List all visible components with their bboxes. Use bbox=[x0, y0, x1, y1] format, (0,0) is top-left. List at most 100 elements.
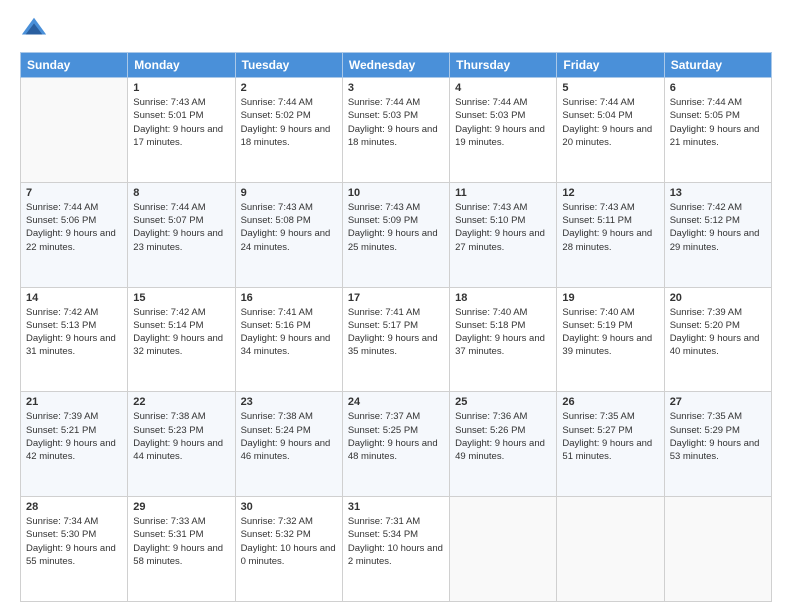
cell-content: Sunrise: 7:42 AMSunset: 5:13 PMDaylight:… bbox=[26, 306, 122, 359]
day-cell: 21 Sunrise: 7:39 AMSunset: 5:21 PMDayligh… bbox=[21, 392, 128, 497]
logo bbox=[20, 18, 52, 42]
day-cell: 24Sunrise: 7:37 AMSunset: 5:25 PMDayligh… bbox=[342, 392, 449, 497]
weekday-header-saturday: Saturday bbox=[664, 53, 771, 78]
day-number: 12 bbox=[562, 187, 658, 199]
cell-content: Sunrise: 7:39 AMSunset: 5:20 PMDaylight:… bbox=[670, 306, 766, 359]
day-number: 19 bbox=[562, 292, 658, 304]
cell-content: Sunrise: 7:38 AMSunset: 5:24 PMDaylight:… bbox=[241, 410, 337, 463]
day-cell: 29 Sunrise: 7:33 AMSunset: 5:31 PMDayligh… bbox=[128, 497, 235, 602]
week-row-2: 14 Sunrise: 7:42 AMSunset: 5:13 PMDayligh… bbox=[21, 287, 772, 392]
day-number: 11 bbox=[455, 187, 551, 199]
day-cell: 30 Sunrise: 7:32 AMSunset: 5:32 PMDayligh… bbox=[235, 497, 342, 602]
day-cell: 22 Sunrise: 7:38 AMSunset: 5:23 PMDayligh… bbox=[128, 392, 235, 497]
day-cell: 25Sunrise: 7:36 AMSunset: 5:26 PMDayligh… bbox=[450, 392, 557, 497]
day-number: 17 bbox=[348, 292, 444, 304]
cell-content: Sunrise: 7:44 AMSunset: 5:07 PMDaylight:… bbox=[133, 201, 229, 254]
weekday-header-row: SundayMondayTuesdayWednesdayThursdayFrid… bbox=[21, 53, 772, 78]
day-cell: 11 Sunrise: 7:43 AMSunset: 5:10 PMDayligh… bbox=[450, 182, 557, 287]
day-cell: 18 Sunrise: 7:40 AMSunset: 5:18 PMDayligh… bbox=[450, 287, 557, 392]
cell-content: Sunrise: 7:43 AMSunset: 5:09 PMDaylight:… bbox=[348, 201, 444, 254]
day-cell: 10 Sunrise: 7:43 AMSunset: 5:09 PMDayligh… bbox=[342, 182, 449, 287]
day-cell: 19 Sunrise: 7:40 AMSunset: 5:19 PMDayligh… bbox=[557, 287, 664, 392]
day-cell: 28Sunrise: 7:34 AMSunset: 5:30 PMDayligh… bbox=[21, 497, 128, 602]
week-row-1: 7Sunrise: 7:44 AMSunset: 5:06 PMDaylight… bbox=[21, 182, 772, 287]
week-row-3: 21 Sunrise: 7:39 AMSunset: 5:21 PMDayligh… bbox=[21, 392, 772, 497]
day-cell: 15Sunrise: 7:42 AMSunset: 5:14 PMDayligh… bbox=[128, 287, 235, 392]
cell-content: Sunrise: 7:44 AMSunset: 5:05 PMDaylight:… bbox=[670, 96, 766, 149]
cell-content: Sunrise: 7:40 AMSunset: 5:19 PMDaylight:… bbox=[562, 306, 658, 359]
day-number: 6 bbox=[670, 82, 766, 94]
day-number: 27 bbox=[670, 396, 766, 408]
day-number: 16 bbox=[241, 292, 337, 304]
day-cell: 12 Sunrise: 7:43 AMSunset: 5:11 PMDayligh… bbox=[557, 182, 664, 287]
day-number: 18 bbox=[455, 292, 551, 304]
cell-content: Sunrise: 7:44 AMSunset: 5:02 PMDaylight:… bbox=[241, 96, 337, 149]
weekday-header-friday: Friday bbox=[557, 53, 664, 78]
day-cell bbox=[664, 497, 771, 602]
day-number: 2 bbox=[241, 82, 337, 94]
cell-content: Sunrise: 7:35 AMSunset: 5:27 PMDaylight:… bbox=[562, 410, 658, 463]
weekday-header-monday: Monday bbox=[128, 53, 235, 78]
day-cell: 31Sunrise: 7:31 AMSunset: 5:34 PMDayligh… bbox=[342, 497, 449, 602]
cell-content: Sunrise: 7:35 AMSunset: 5:29 PMDaylight:… bbox=[670, 410, 766, 463]
cell-content: Sunrise: 7:40 AMSunset: 5:18 PMDaylight:… bbox=[455, 306, 551, 359]
cell-content: Sunrise: 7:39 AMSunset: 5:21 PMDaylight:… bbox=[26, 410, 122, 463]
day-number: 26 bbox=[562, 396, 658, 408]
cell-content: Sunrise: 7:43 AMSunset: 5:11 PMDaylight:… bbox=[562, 201, 658, 254]
cell-content: Sunrise: 7:31 AMSunset: 5:34 PMDaylight:… bbox=[348, 515, 444, 568]
cell-content: Sunrise: 7:37 AMSunset: 5:25 PMDaylight:… bbox=[348, 410, 444, 463]
cell-content: Sunrise: 7:41 AMSunset: 5:16 PMDaylight:… bbox=[241, 306, 337, 359]
day-number: 30 bbox=[241, 501, 337, 513]
day-number: 15 bbox=[133, 292, 229, 304]
cell-content: Sunrise: 7:43 AMSunset: 5:01 PMDaylight:… bbox=[133, 96, 229, 149]
cell-content: Sunrise: 7:38 AMSunset: 5:23 PMDaylight:… bbox=[133, 410, 229, 463]
page: SundayMondayTuesdayWednesdayThursdayFrid… bbox=[0, 0, 792, 612]
cell-content: Sunrise: 7:43 AMSunset: 5:08 PMDaylight:… bbox=[241, 201, 337, 254]
weekday-header-thursday: Thursday bbox=[450, 53, 557, 78]
day-number: 13 bbox=[670, 187, 766, 199]
day-number: 22 bbox=[133, 396, 229, 408]
day-number: 10 bbox=[348, 187, 444, 199]
day-cell bbox=[557, 497, 664, 602]
week-row-0: 1 Sunrise: 7:43 AMSunset: 5:01 PMDaylight… bbox=[21, 78, 772, 183]
day-number: 28 bbox=[26, 501, 122, 513]
day-number: 14 bbox=[26, 292, 122, 304]
day-cell: 4 Sunrise: 7:44 AMSunset: 5:03 PMDaylight… bbox=[450, 78, 557, 183]
day-cell: 2 Sunrise: 7:44 AMSunset: 5:02 PMDaylight… bbox=[235, 78, 342, 183]
day-number: 5 bbox=[562, 82, 658, 94]
cell-content: Sunrise: 7:43 AMSunset: 5:10 PMDaylight:… bbox=[455, 201, 551, 254]
day-number: 8 bbox=[133, 187, 229, 199]
cell-content: Sunrise: 7:33 AMSunset: 5:31 PMDaylight:… bbox=[133, 515, 229, 568]
day-number: 4 bbox=[455, 82, 551, 94]
cell-content: Sunrise: 7:44 AMSunset: 5:03 PMDaylight:… bbox=[455, 96, 551, 149]
day-cell: 13 Sunrise: 7:42 AMSunset: 5:12 PMDayligh… bbox=[664, 182, 771, 287]
cell-content: Sunrise: 7:44 AMSunset: 5:04 PMDaylight:… bbox=[562, 96, 658, 149]
day-cell: 26 Sunrise: 7:35 AMSunset: 5:27 PMDayligh… bbox=[557, 392, 664, 497]
day-cell: 3 Sunrise: 7:44 AMSunset: 5:03 PMDaylight… bbox=[342, 78, 449, 183]
weekday-header-sunday: Sunday bbox=[21, 53, 128, 78]
cell-content: Sunrise: 7:41 AMSunset: 5:17 PMDaylight:… bbox=[348, 306, 444, 359]
day-number: 9 bbox=[241, 187, 337, 199]
day-cell: 5 Sunrise: 7:44 AMSunset: 5:04 PMDaylight… bbox=[557, 78, 664, 183]
day-cell: 23Sunrise: 7:38 AMSunset: 5:24 PMDayligh… bbox=[235, 392, 342, 497]
cell-content: Sunrise: 7:42 AMSunset: 5:12 PMDaylight:… bbox=[670, 201, 766, 254]
day-number: 25 bbox=[455, 396, 551, 408]
day-cell bbox=[21, 78, 128, 183]
day-number: 1 bbox=[133, 82, 229, 94]
day-cell: 20Sunrise: 7:39 AMSunset: 5:20 PMDayligh… bbox=[664, 287, 771, 392]
header bbox=[20, 18, 772, 42]
day-cell: 1 Sunrise: 7:43 AMSunset: 5:01 PMDaylight… bbox=[128, 78, 235, 183]
day-cell: 14 Sunrise: 7:42 AMSunset: 5:13 PMDayligh… bbox=[21, 287, 128, 392]
day-number: 3 bbox=[348, 82, 444, 94]
day-cell: 7Sunrise: 7:44 AMSunset: 5:06 PMDaylight… bbox=[21, 182, 128, 287]
day-cell: 8 Sunrise: 7:44 AMSunset: 5:07 PMDaylight… bbox=[128, 182, 235, 287]
weekday-header-tuesday: Tuesday bbox=[235, 53, 342, 78]
cell-content: Sunrise: 7:32 AMSunset: 5:32 PMDaylight:… bbox=[241, 515, 337, 568]
day-cell bbox=[450, 497, 557, 602]
day-cell: 27 Sunrise: 7:35 AMSunset: 5:29 PMDayligh… bbox=[664, 392, 771, 497]
day-cell: 6 Sunrise: 7:44 AMSunset: 5:05 PMDaylight… bbox=[664, 78, 771, 183]
day-number: 7 bbox=[26, 187, 122, 199]
day-number: 21 bbox=[26, 396, 122, 408]
day-number: 29 bbox=[133, 501, 229, 513]
cell-content: Sunrise: 7:44 AMSunset: 5:03 PMDaylight:… bbox=[348, 96, 444, 149]
